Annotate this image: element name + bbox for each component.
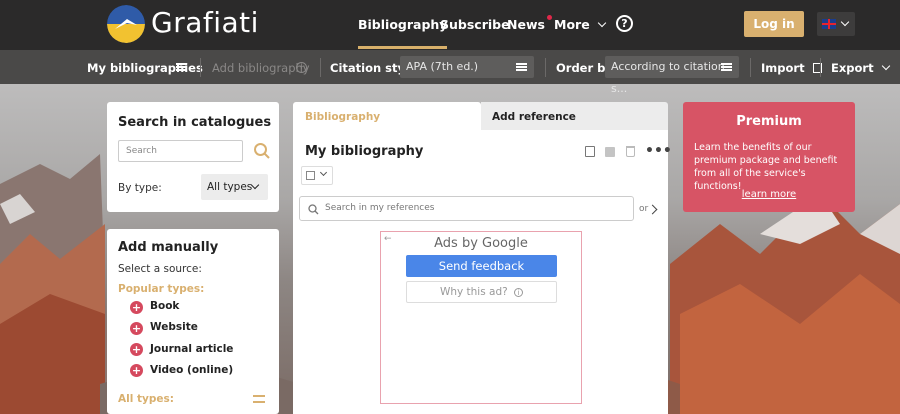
- checkbox: [306, 171, 315, 180]
- trash-icon[interactable]: [626, 146, 635, 157]
- nav-news-label: News: [507, 17, 545, 32]
- why-this-ad-label: Why this ad?: [439, 286, 508, 298]
- add-circle-icon[interactable]: +: [296, 62, 307, 73]
- source-label: Journal article: [150, 343, 234, 355]
- catalogue-search-input[interactable]: Search: [118, 140, 243, 162]
- citation-style-value: APA (7th ed.): [406, 60, 479, 73]
- chevron-right-icon[interactable]: [647, 204, 658, 215]
- nav-more-label: More: [554, 17, 590, 32]
- export-label: Export: [831, 61, 874, 75]
- divider: [820, 58, 821, 77]
- source-label: Book: [150, 300, 180, 312]
- plus-icon: +: [130, 301, 143, 314]
- type-select[interactable]: All types: [201, 174, 268, 200]
- source-label: Video (online): [150, 364, 234, 376]
- references-search-input[interactable]: Search in my references: [299, 196, 634, 221]
- tab-add-reference[interactable]: Add reference: [481, 102, 668, 130]
- ads-by-google-label: Ads by Google: [434, 236, 528, 251]
- chevron-down-icon: [881, 61, 890, 71]
- chevron-down-icon: [840, 17, 850, 27]
- select-source-label: Select a source:: [118, 263, 202, 275]
- premium-card: Premium Learn the benefits of our premiu…: [683, 102, 855, 212]
- export-button[interactable]: Export: [831, 61, 890, 75]
- by-type-label: By type:: [118, 182, 162, 194]
- plus-icon: +: [130, 322, 143, 335]
- import-label: Import: [761, 61, 805, 75]
- grafiati-logo-icon[interactable]: [107, 5, 145, 43]
- nav-subscribe[interactable]: Subscribe: [440, 17, 510, 32]
- references-search-placeholder: Search in my references: [325, 203, 435, 213]
- popular-types-label: Popular types:: [118, 283, 205, 295]
- nav-bibliography[interactable]: Bibliography: [358, 17, 448, 49]
- divider: [750, 58, 751, 77]
- learn-more-link[interactable]: learn more: [683, 189, 855, 200]
- premium-title: Premium: [736, 114, 802, 129]
- all-types-label: All types:: [118, 393, 174, 405]
- chevron-down-icon: [597, 18, 607, 28]
- list-icon: [516, 63, 527, 71]
- order-by-select[interactable]: According to citation s...: [605, 56, 739, 95]
- divider: [545, 58, 546, 77]
- divider: [200, 58, 201, 77]
- copy-icon[interactable]: [585, 146, 595, 157]
- menu-icon[interactable]: [176, 63, 187, 71]
- tab-add-reference-label: Add reference: [492, 111, 576, 123]
- notification-dot: [546, 15, 552, 20]
- add-manually-title: Add manually: [118, 240, 219, 255]
- divider: [320, 58, 321, 77]
- search-catalogues-card: Search in catalogues Search By type: All…: [107, 102, 279, 212]
- plus-icon: +: [130, 364, 143, 377]
- info-icon: i: [514, 288, 524, 297]
- more-options-icon[interactable]: •••: [645, 143, 672, 159]
- chevron-down-icon: [319, 168, 328, 177]
- google-ad-frame: ← Ads by Google Send feedback Why this a…: [380, 231, 582, 404]
- import-button[interactable]: Import: [761, 61, 822, 75]
- search-icon: [308, 204, 319, 215]
- language-selector[interactable]: [817, 12, 855, 36]
- logo-text[interactable]: Grafiati: [151, 6, 259, 39]
- tab-bibliography-label: Bibliography: [305, 111, 381, 123]
- login-button[interactable]: Log in: [744, 11, 804, 37]
- plus-icon: +: [130, 343, 143, 356]
- nav-more[interactable]: More: [554, 17, 607, 32]
- search-icon[interactable]: [253, 142, 271, 160]
- uk-flag-icon: [822, 19, 836, 29]
- citation-style-select[interactable]: APA (7th ed.): [400, 56, 534, 78]
- select-all-dropdown[interactable]: [301, 166, 333, 185]
- type-select-value: All types: [207, 181, 253, 193]
- list-icon[interactable]: [253, 395, 265, 403]
- top-navigation-bar: Grafiati Bibliography Subscribe News Mor…: [0, 0, 900, 50]
- add-bibliography-button[interactable]: Add bibliography: [212, 61, 310, 75]
- save-icon[interactable]: [605, 147, 615, 157]
- search-catalogues-title: Search in catalogues: [118, 115, 272, 130]
- nav-news[interactable]: News: [507, 15, 552, 32]
- why-this-ad-button[interactable]: Why this ad? i: [406, 281, 557, 303]
- bibliography-toolbar: My bibliographies Add bibliography + Cit…: [0, 50, 900, 95]
- send-feedback-button[interactable]: Send feedback: [406, 255, 557, 277]
- premium-description: Learn the benefits of our premium packag…: [694, 142, 838, 192]
- list-icon: [721, 63, 732, 71]
- help-icon[interactable]: ?: [616, 15, 633, 32]
- my-bibliography-title: My bibliography: [305, 144, 424, 159]
- tab-bibliography[interactable]: Bibliography: [293, 102, 481, 130]
- add-manually-card: Add manually Select a source: Popular ty…: [107, 229, 279, 414]
- source-label: Website: [150, 321, 198, 333]
